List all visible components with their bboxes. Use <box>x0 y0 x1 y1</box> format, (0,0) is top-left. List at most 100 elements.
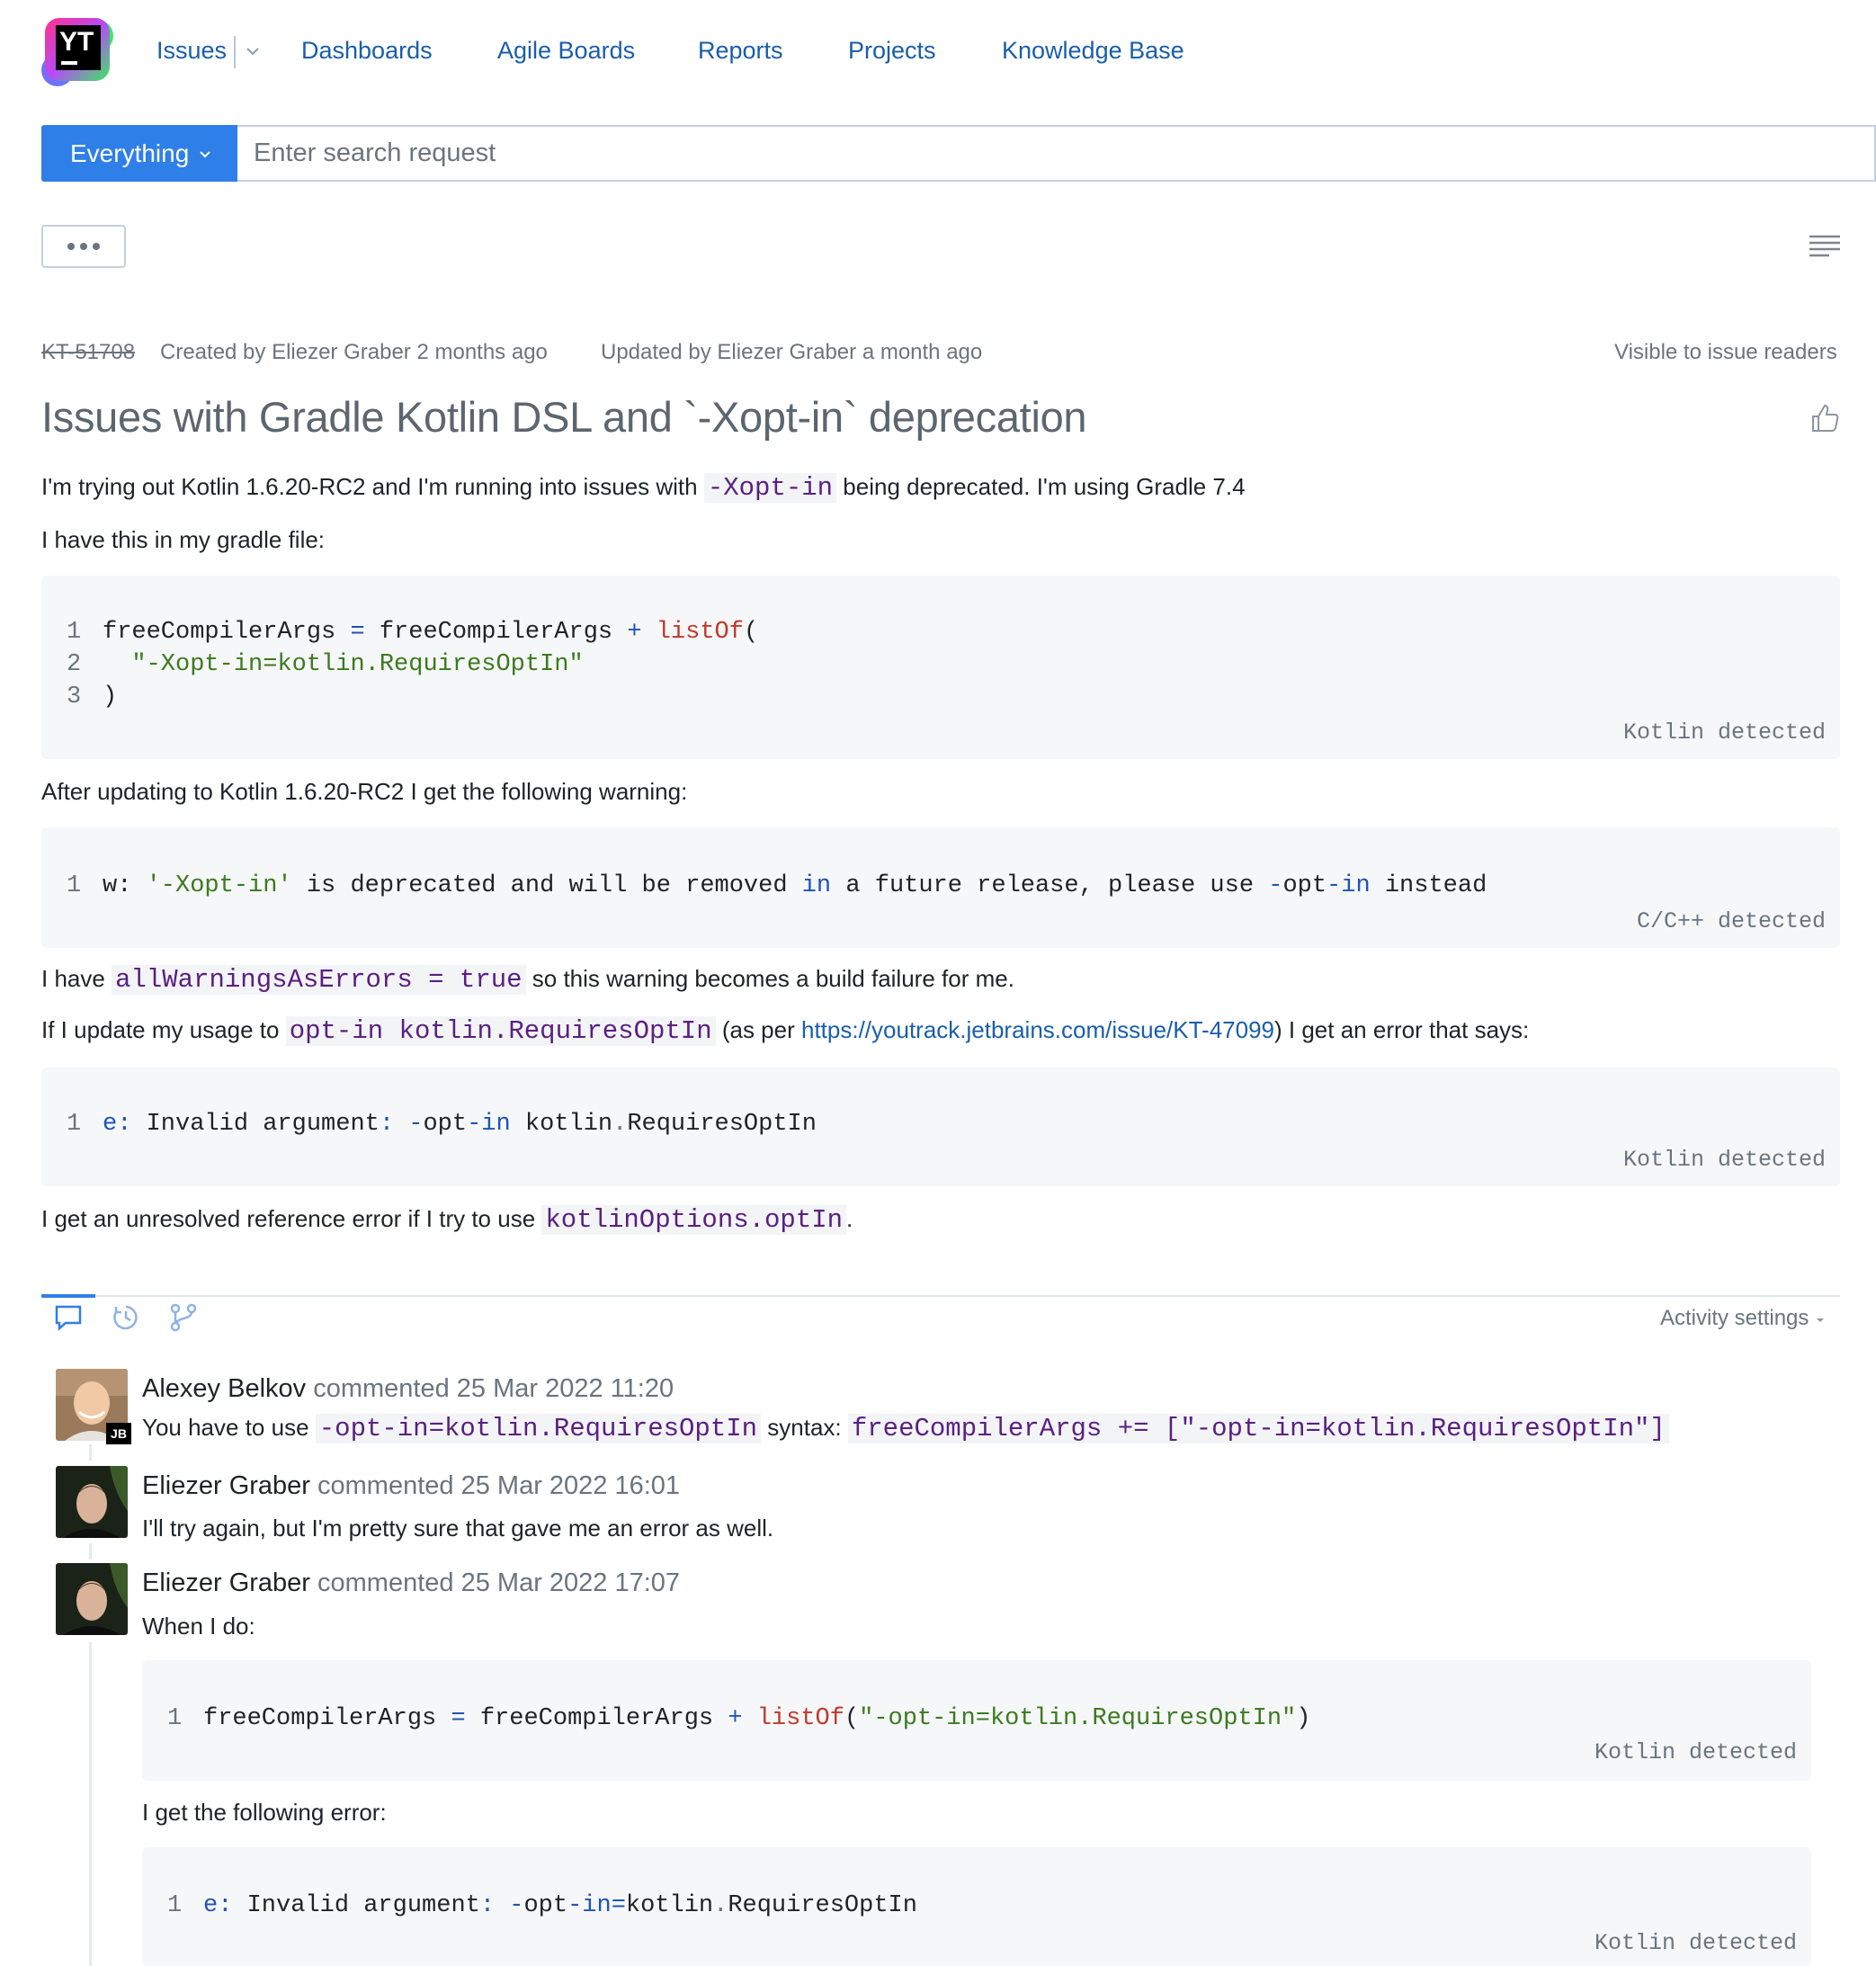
text-segment: syntax: <box>761 1414 848 1441</box>
nav-item-projects[interactable]: Projects <box>848 32 936 68</box>
text-segment: If I update my usage to <box>41 1016 286 1043</box>
comment-author[interactable]: Alexey Belkov <box>142 1374 306 1403</box>
nav-label-agile-boards: Agile Boards <box>497 36 636 64</box>
nav-label-projects: Projects <box>848 36 936 64</box>
nav-separator <box>234 36 236 68</box>
text-segment: I have <box>41 965 112 992</box>
activity-settings-label: Activity settings <box>1660 1306 1809 1330</box>
dot-icon <box>93 243 100 250</box>
line-number: 1 <box>67 872 82 899</box>
language-detected-label: Kotlin detected <box>1594 1739 1797 1765</box>
youtrack-logo[interactable]: YT <box>41 16 115 88</box>
logo-text: YT <box>59 27 94 57</box>
search-input[interactable]: Enter search request <box>237 125 1876 182</box>
code-line: "-Xopt-in=kotlin.RequiresOptIn" <box>131 651 584 678</box>
nav-item-issues[interactable]: Issues <box>156 32 227 68</box>
issue-updated: Updated by Eliezer Graber a month ago <box>601 340 983 364</box>
language-detected-label: C/C++ detected <box>1636 908 1826 934</box>
line-number: 1 <box>167 1892 183 1919</box>
inline-code: allWarningsAsErrors = true <box>112 965 526 995</box>
code-block: 1 w: '-Xopt-in' is deprecated and will b… <box>41 827 1840 948</box>
avatar[interactable] <box>56 1466 128 1538</box>
list-view-icon[interactable] <box>1809 233 1840 260</box>
comment-meta: commented 25 Mar 2022 16:01 <box>309 1471 681 1500</box>
code-block: 1 freeCompilerArgs = freeCompilerArgs + … <box>142 1660 1811 1781</box>
issue-title: Issues with Gradle Kotlin DSL and `-Xopt… <box>41 393 1087 441</box>
language-detected-label: Kotlin detected <box>1594 1930 1797 1956</box>
more-actions-button[interactable] <box>41 225 126 268</box>
dot-icon <box>67 243 75 250</box>
history-tab-icon[interactable] <box>112 1303 140 1336</box>
issue-created: Created by Eliezer Graber 2 months ago <box>160 340 548 364</box>
jetbrains-badge: JB <box>106 1423 131 1444</box>
inline-code: freeCompilerArgs += ["-opt-in=kotlin.Req… <box>847 1414 1669 1443</box>
thumbs-up-icon[interactable] <box>1809 403 1840 433</box>
description-paragraph: I have this in my gradle file: <box>41 526 326 553</box>
comment-meta: commented 25 Mar 2022 17:07 <box>309 1568 681 1597</box>
chevron-down-icon[interactable] <box>243 41 263 61</box>
text-segment: I'm trying out Kotlin 1.6.20-RC2 and I'm… <box>41 473 704 500</box>
text-segment: ) I get an error that says: <box>1274 1016 1530 1043</box>
thread-connector <box>89 1543 92 1559</box>
dot-icon <box>80 243 87 250</box>
search-scope-button[interactable]: Everything <box>41 125 237 182</box>
activity-settings-button[interactable]: Activity settings <box>1660 1306 1826 1331</box>
issue-id[interactable]: KT-51708 <box>41 340 135 365</box>
code-line: e: Invalid argument: -opt-in kotlin.Requ… <box>103 1111 817 1138</box>
line-number: 3 <box>67 684 82 710</box>
text-segment: You have to use <box>142 1414 316 1441</box>
thread-connector <box>89 1642 92 1966</box>
code-line: w: '-Xopt-in' is deprecated and will be … <box>103 872 1487 899</box>
text-segment: . <box>846 1205 853 1232</box>
code-block: 1 e: Invalid argument: -opt-in kotlin.Re… <box>41 1068 1840 1186</box>
text-segment: (as per <box>715 1016 801 1043</box>
visibility-label[interactable]: Visible to issue readers <box>1614 340 1837 365</box>
description-paragraph: I have allWarningsAsErrors = true so thi… <box>41 965 1014 995</box>
comment-meta: commented 25 Mar 2022 11:20 <box>306 1374 674 1403</box>
nav-item-reports[interactable]: Reports <box>698 32 783 68</box>
code-line: e: Invalid argument: -opt-in=kotlin.Requ… <box>203 1892 917 1919</box>
comment-header: Eliezer Graber commented 25 Mar 2022 17:… <box>142 1568 680 1598</box>
avatar[interactable] <box>56 1563 128 1635</box>
search-placeholder: Enter search request <box>254 139 496 167</box>
code-line: freeCompilerArgs = freeCompilerArgs + li… <box>203 1705 1311 1732</box>
comment-header: Alexey Belkov commented 25 Mar 2022 11:2… <box>142 1374 674 1404</box>
chevron-down-icon <box>200 150 211 157</box>
comment-header: Eliezer Graber commented 25 Mar 2022 16:… <box>142 1471 680 1501</box>
comment-author[interactable]: Eliezer Graber <box>142 1471 310 1500</box>
nav-label-issues: Issues <box>156 36 228 64</box>
comments-tab-icon[interactable] <box>54 1304 83 1336</box>
text-segment: so this warning becomes a build failure … <box>525 965 1014 992</box>
code-block: 1 e: Invalid argument: -opt-in=kotlin.Re… <box>142 1847 1811 1966</box>
nav-item-agile-boards[interactable]: Agile Boards <box>497 32 635 68</box>
line-number: 1 <box>67 1111 82 1138</box>
nav-item-knowledge-base[interactable]: Knowledge Base <box>1002 32 1184 68</box>
inline-code: kotlinOptions.optIn <box>541 1205 847 1235</box>
nav-label-knowledge-base: Knowledge Base <box>1002 36 1184 64</box>
comment-body: I get the following error: <box>142 1799 387 1826</box>
nav-label-reports: Reports <box>698 36 783 64</box>
nav-item-dashboards[interactable]: Dashboards <box>301 32 433 68</box>
inline-code: opt-in kotlin.RequiresOptIn <box>285 1016 716 1046</box>
vcs-changes-tab-icon[interactable] <box>169 1303 198 1336</box>
line-number: 1 <box>167 1705 183 1732</box>
code-block: 1 freeCompilerArgs = freeCompilerArgs + … <box>41 576 1840 759</box>
description-paragraph: I'm trying out Kotlin 1.6.20-RC2 and I'm… <box>41 473 1246 503</box>
line-number: 2 <box>67 651 82 678</box>
nav-label-dashboards: Dashboards <box>301 36 433 64</box>
comment-author[interactable]: Eliezer Graber <box>142 1568 310 1597</box>
issue-link[interactable]: https://youtrack.jetbrains.com/issue/KT-… <box>801 1016 1274 1043</box>
comment-body: I'll try again, but I'm pretty sure that… <box>142 1515 774 1542</box>
search-scope-label: Everything <box>70 139 190 167</box>
comment-body: You have to use -opt-in=kotlin.RequiresO… <box>142 1414 1669 1443</box>
comment-body: When I do: <box>142 1613 255 1640</box>
description-paragraph: I get an unresolved reference error if I… <box>41 1205 853 1235</box>
code-line: freeCompilerArgs = freeCompilerArgs + li… <box>103 619 759 646</box>
language-detected-label: Kotlin detected <box>1622 719 1826 746</box>
issue-id-text: KT-51708 <box>41 340 136 364</box>
activity-tab-indicator <box>41 1294 95 1298</box>
inline-code: -opt-in=kotlin.RequiresOptIn <box>315 1414 762 1443</box>
text-segment: I get an unresolved reference error if I… <box>41 1205 542 1232</box>
activity-divider <box>41 1295 1840 1297</box>
thread-connector <box>89 1444 92 1461</box>
